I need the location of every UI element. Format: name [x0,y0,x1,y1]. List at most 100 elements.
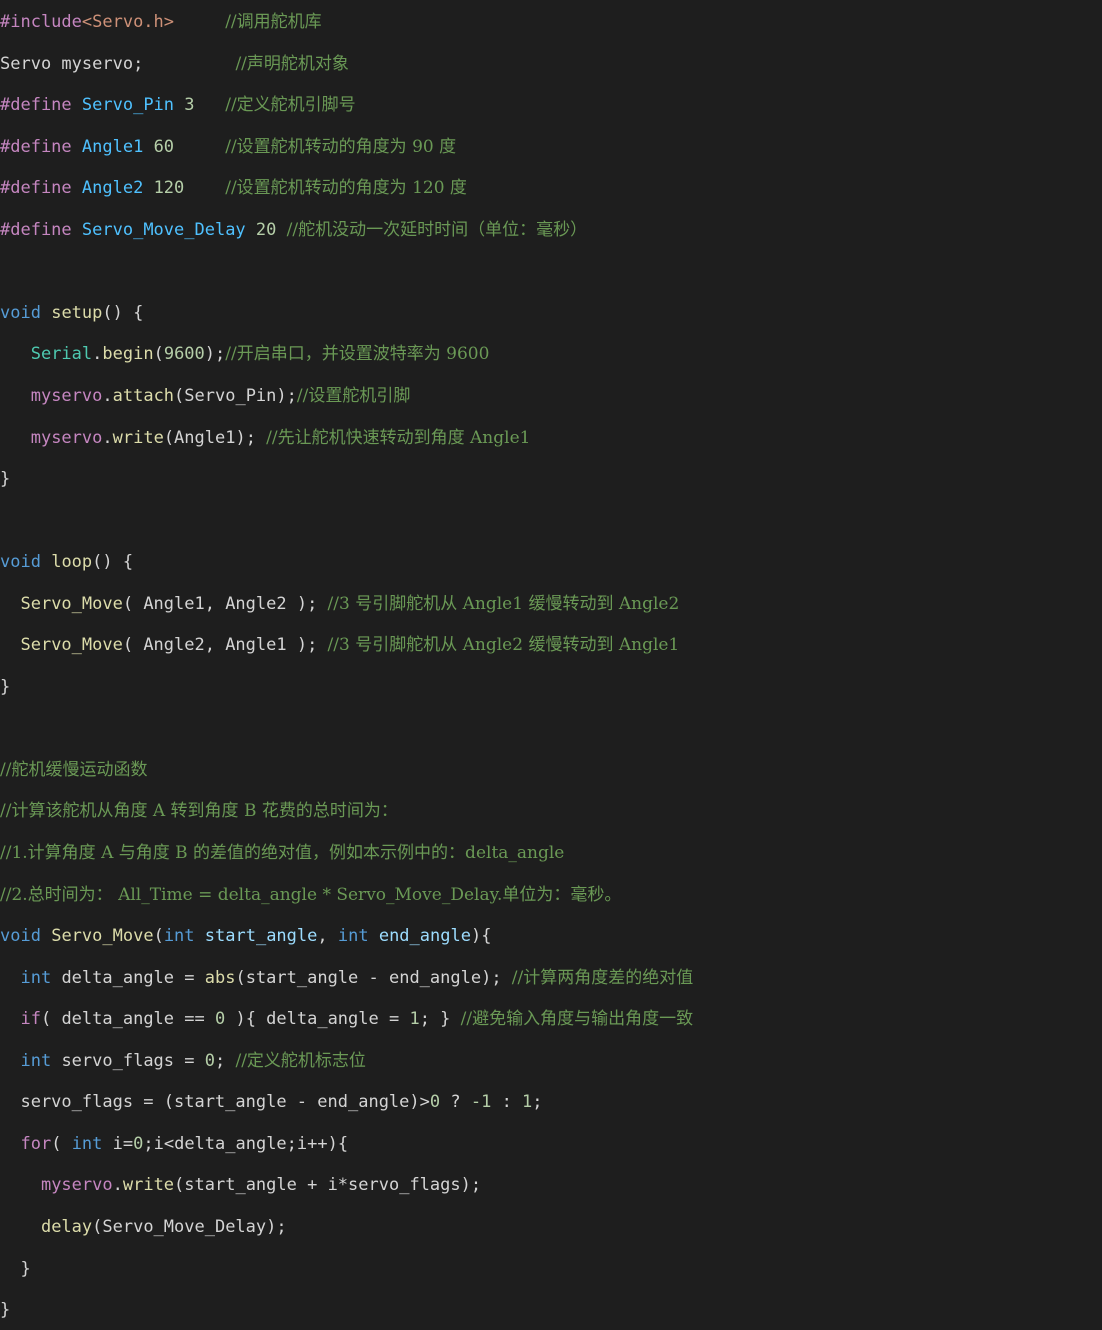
code-line[interactable]: //舵机缓慢运动函数 [0,757,147,783]
code-token: } [0,676,11,697]
code-token: () { [92,552,134,573]
code-line[interactable]: } [0,466,10,492]
code-line[interactable]: void Servo_Move(int start_angle, int end… [0,923,491,949]
code-token: ; [214,1050,236,1071]
code-comment: //计算该舵机从角度 A 转到角度 B 花费的总时间为： [0,801,398,822]
code-token: myservo; [51,53,144,74]
code-token: ){ delta_angle = [225,1009,410,1030]
code-token: int [20,967,52,988]
code-line[interactable]: myservo.write(Angle1); //先让舵机快速转动到角度 Ang… [0,425,531,451]
code-line[interactable]: Servo myservo; //声明舵机对象 [0,51,349,77]
code-token: () { [102,302,144,323]
code-token: delta_angle = [51,967,205,988]
code-token: ( Angle1, Angle2 ); [122,593,328,614]
code-token: 0 [429,1092,441,1113]
code-line[interactable]: servo_flags = (start_angle - end_angle)>… [0,1089,543,1115]
code-token: . [112,1175,123,1196]
code-token: -1 [470,1092,492,1113]
code-line[interactable]: void loop() { [0,549,133,575]
code-comment: //开启串口，并设置波特率为 9600 [225,344,490,365]
code-line[interactable]: } [0,1256,31,1282]
code-token: <Servo.h> [81,12,175,32]
code-line[interactable]: Servo_Move( Angle1, Angle2 ); //3 号引脚舵机从… [0,591,679,617]
code-token: attach [112,385,175,406]
code-token: myservo [40,1175,113,1196]
code-comment: //1.计算角度 A 与角度 B 的差值的绝对值，例如本示例中的：delta_a… [0,843,565,863]
code-token: } [0,1258,31,1279]
code-line[interactable]: if( delta_angle == 0 ){ delta_angle = 1;… [0,1006,693,1032]
code-token: 9600 [163,344,205,365]
code-token: : [491,1092,523,1113]
code-line[interactable]: for( int i=0;i<delta_angle;i++){ [0,1131,348,1157]
code-token: (start_angle + i*servo_flags); [174,1175,482,1196]
code-token: i= [102,1133,134,1154]
code-token: ( Angle2, Angle1 ); [122,635,328,656]
code-token: #define [0,219,72,240]
code-comment: //3 号引脚舵机从 Angle2 缓慢转动到 Angle1 [327,635,680,656]
code-line[interactable]: int servo_flags = 0; //定义舵机标志位 [0,1048,365,1074]
code-comment: //舵机没动一次延时时间（单位：毫秒） [286,219,588,240]
code-line[interactable]: #define Angle2 120 //设置舵机转动的角度为 120 度 [0,175,467,201]
code-line[interactable]: Servo_Move( Angle2, Angle1 ); //3 号引脚舵机从… [0,632,679,658]
code-line[interactable]: #define Servo_Pin 3 //定义舵机引脚号 [0,92,356,118]
code-token: ( delta_angle == [40,1009,215,1030]
code-token: ; [532,1092,543,1113]
code-line[interactable]: int delta_angle = abs(start_angle - end_… [0,965,693,991]
code-token: Servo [0,53,52,74]
code-token: myservo [30,427,103,448]
code-comment: //定义舵机引脚号 [225,95,356,116]
code-token: void [0,926,41,947]
code-token: 0 [204,1050,215,1071]
code-token: start_angle [204,926,318,947]
code-line[interactable]: //1.计算角度 A 与角度 B 的差值的绝对值，例如本示例中的：delta_a… [0,840,564,866]
code-comment: //先让舵机快速转动到角度 Angle1 [266,427,531,448]
code-token: ; } [419,1009,461,1030]
code-token: 3 [174,95,226,116]
code-token: servo_flags = (start_angle - end_angle)> [0,1092,430,1113]
code-token: (Servo_Move_Delay); [92,1216,287,1237]
code-comment: //设置舵机转动的角度为 120 度 [225,178,467,199]
code-line[interactable]: myservo.write(start_angle + i*servo_flag… [0,1172,481,1198]
code-token: (start_angle - end_angle); [235,967,512,988]
code-token: } [0,1300,11,1321]
code-token: ( [51,1133,72,1154]
code-token: ( [153,344,164,365]
code-line[interactable]: //计算该舵机从角度 A 转到角度 B 花费的总时间为： [0,798,398,824]
code-token: . [92,344,103,365]
code-token: int [20,1050,52,1071]
code-editor[interactable]: #include<Servo.h> //调用舵机库 Servo myservo; … [0,0,1102,1330]
code-token: myservo [30,385,103,406]
code-line[interactable]: delay(Servo_Move_Delay); [0,1214,287,1240]
code-token: . [102,427,113,448]
code-token: if [20,1009,41,1030]
code-token: void [0,302,41,323]
code-line[interactable]: #include<Servo.h> //调用舵机库 [0,9,322,35]
code-token: abs [204,967,236,988]
code-line[interactable]: #define Angle1 60 //设置舵机转动的角度为 90 度 [0,134,456,160]
code-token: setup [51,302,103,323]
code-line[interactable]: } [0,1297,10,1323]
code-line[interactable]: #define Servo_Move_Delay 20 //舵机没动一次延时时间… [0,217,587,243]
code-token: Angle1 [81,136,144,157]
code-line[interactable]: } [0,674,10,700]
code-token: end_angle [378,926,471,947]
code-token: Angle2 [81,178,144,199]
code-line[interactable]: myservo.attach(Servo_Pin);//设置舵机引脚 [0,383,411,409]
code-token: 1 [522,1092,533,1113]
code-line[interactable]: Serial.begin(9600);//开启串口，并设置波特率为 9600 [0,341,490,367]
code-line[interactable]: //2.总时间为： All_Time = delta_angle * Servo… [0,882,621,908]
code-token: write [112,427,164,448]
code-line[interactable]: void setup() { [0,300,143,326]
